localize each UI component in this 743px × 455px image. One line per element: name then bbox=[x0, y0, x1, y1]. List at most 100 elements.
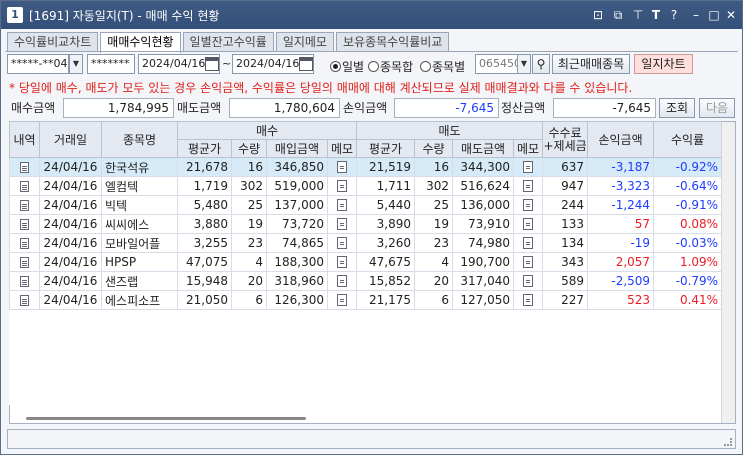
sell-memo-icon[interactable] bbox=[523, 199, 534, 211]
sell-memo-icon[interactable] bbox=[523, 218, 534, 230]
sell-memo-cell[interactable] bbox=[513, 252, 544, 272]
header-rate[interactable]: 수익률 bbox=[653, 121, 723, 158]
table-row[interactable]: 24/04/16 빅텍 5,480 25 137,000 5,440 25 136,000 24… bbox=[9, 195, 723, 215]
detail-doc-icon[interactable] bbox=[20, 295, 29, 306]
resize-grip-icon[interactable] bbox=[724, 438, 732, 446]
header-buy-amount[interactable]: 매입금액 bbox=[266, 139, 328, 158]
journal-chart-button[interactable]: 일지차트 bbox=[634, 54, 693, 74]
detail-doc-cell[interactable] bbox=[9, 176, 40, 196]
minimize-icon[interactable]: – bbox=[687, 6, 705, 24]
restore-icon[interactable]: ⧉ bbox=[609, 6, 627, 24]
buy-memo-icon[interactable] bbox=[337, 180, 348, 192]
sell-memo-cell[interactable] bbox=[513, 271, 544, 291]
detail-doc-cell[interactable] bbox=[9, 233, 40, 253]
radio-daily[interactable]: 일별 bbox=[330, 58, 364, 75]
buy-memo-icon[interactable] bbox=[337, 237, 348, 249]
detail-doc-cell[interactable] bbox=[9, 195, 40, 215]
buy-memo-cell[interactable] bbox=[326, 157, 358, 177]
table-row[interactable]: 24/04/16 모바일어플 3,255 23 74,865 3,260 23 74,980 1… bbox=[9, 233, 723, 253]
detail-doc-cell[interactable] bbox=[9, 271, 40, 291]
search-icon[interactable]: ⚲ bbox=[532, 54, 550, 74]
sell-memo-icon[interactable] bbox=[523, 256, 534, 268]
header-fee[interactable]: 수수료 +제세금 bbox=[542, 121, 589, 158]
calendar-to-icon[interactable] bbox=[299, 57, 313, 71]
buy-memo-cell[interactable] bbox=[326, 195, 358, 215]
header-date[interactable]: 거래일 bbox=[39, 121, 102, 158]
buy-memo-cell[interactable] bbox=[326, 214, 358, 234]
header-detail[interactable]: 내역 bbox=[9, 121, 40, 158]
table-row[interactable]: 24/04/16 샌즈랩 15,948 20 318,960 15,852 20 317,04… bbox=[9, 271, 723, 291]
detail-doc-cell[interactable] bbox=[9, 157, 40, 177]
table-row[interactable]: 24/04/16 엘컴텍 1,719 302 519,000 1,711 302 516,62… bbox=[9, 176, 723, 196]
radio-by-stock[interactable]: 종목별 bbox=[420, 58, 465, 75]
recent-trade-button[interactable]: 최근매매종목 bbox=[552, 54, 630, 74]
buy-memo-icon[interactable] bbox=[337, 294, 348, 306]
detail-doc-icon[interactable] bbox=[20, 219, 29, 230]
detail-doc-cell[interactable] bbox=[9, 252, 40, 272]
sell-memo-cell[interactable] bbox=[513, 176, 544, 196]
detail-doc-icon[interactable] bbox=[20, 276, 29, 287]
vertical-scrollbar[interactable] bbox=[721, 122, 735, 423]
table-row[interactable]: 24/04/16 에스피소프 21,050 6 126,300 21,175 6 127,05… bbox=[9, 290, 723, 310]
header-buy-qty[interactable]: 수량 bbox=[231, 139, 267, 158]
pin-icon[interactable]: ⊤ bbox=[629, 6, 647, 24]
buy-memo-icon[interactable] bbox=[337, 161, 348, 173]
link-icon[interactable]: ⊡ bbox=[589, 6, 607, 24]
detail-doc-icon[interactable] bbox=[20, 162, 29, 173]
tab-return-compare-chart[interactable]: 수익률비교차트 bbox=[7, 32, 99, 52]
query-button[interactable]: 조회 bbox=[659, 98, 695, 118]
buy-memo-cell[interactable] bbox=[326, 176, 358, 196]
table-row[interactable]: 24/04/16 한국석유 21,678 16 346,850 21,519 16 344,3… bbox=[9, 157, 723, 177]
header-buy-avg[interactable]: 평균가 bbox=[177, 139, 232, 158]
sell-memo-cell[interactable] bbox=[513, 157, 544, 177]
header-sell-amount[interactable]: 매도금액 bbox=[452, 139, 515, 158]
calendar-from-icon[interactable] bbox=[205, 57, 219, 71]
detail-doc-cell[interactable] bbox=[9, 214, 40, 234]
header-sell-qty[interactable]: 수량 bbox=[414, 139, 454, 158]
header-pnl[interactable]: 손익금액 bbox=[587, 121, 655, 158]
tab-daily-balance-return[interactable]: 일별잔고수익률 bbox=[182, 32, 274, 52]
close-icon[interactable]: ✕ bbox=[722, 6, 740, 24]
sell-memo-cell[interactable] bbox=[513, 195, 544, 215]
detail-doc-icon[interactable] bbox=[20, 257, 29, 268]
maximize-icon[interactable]: □ bbox=[705, 6, 723, 24]
detail-doc-icon[interactable] bbox=[20, 200, 29, 211]
tab-trade-profit-status[interactable]: 매매수익현황 bbox=[100, 32, 181, 53]
tab-holding-return-compare[interactable]: 보유종목수익률비교 bbox=[335, 32, 450, 52]
header-buy-memo[interactable]: 메모 bbox=[326, 139, 358, 158]
header-sell-memo[interactable]: 메모 bbox=[513, 139, 544, 158]
horizontal-scrollbar[interactable] bbox=[10, 413, 720, 423]
table-row[interactable]: 24/04/16 HPSP 47,075 4 188,300 47,675 4 190,700… bbox=[9, 252, 723, 272]
account-field[interactable]: *****-**04 bbox=[7, 54, 69, 74]
sell-memo-icon[interactable] bbox=[523, 237, 534, 249]
radio-stock-sum[interactable]: 종목합 bbox=[368, 58, 413, 75]
detail-doc-icon[interactable] bbox=[20, 181, 29, 192]
detail-doc-icon[interactable] bbox=[20, 238, 29, 249]
buy-memo-cell[interactable] bbox=[326, 271, 358, 291]
header-sell-avg[interactable]: 평균가 bbox=[356, 139, 416, 158]
help-icon[interactable]: ? bbox=[665, 6, 683, 24]
buy-memo-icon[interactable] bbox=[337, 256, 348, 268]
stock-code-dropdown-icon[interactable]: ▼ bbox=[517, 54, 531, 74]
sell-memo-icon[interactable] bbox=[523, 180, 534, 192]
tab-journal-memo[interactable]: 일지메모 bbox=[275, 32, 334, 52]
next-button[interactable]: 다음 bbox=[699, 98, 735, 118]
buy-memo-cell[interactable] bbox=[326, 233, 358, 253]
detail-doc-cell[interactable] bbox=[9, 290, 40, 310]
sell-memo-cell[interactable] bbox=[513, 214, 544, 234]
header-stock[interactable]: 종목명 bbox=[101, 121, 178, 158]
password-field[interactable]: ******* bbox=[87, 54, 135, 74]
account-dropdown-icon[interactable]: ▼ bbox=[69, 54, 83, 74]
sell-memo-cell[interactable] bbox=[513, 233, 544, 253]
buy-memo-icon[interactable] bbox=[337, 275, 348, 287]
buy-memo-cell[interactable] bbox=[326, 290, 358, 310]
app-icon[interactable]: 1 bbox=[7, 7, 23, 23]
sell-memo-icon[interactable] bbox=[523, 294, 534, 306]
buy-memo-icon[interactable] bbox=[337, 218, 348, 230]
stock-code-field[interactable]: 065450 bbox=[475, 54, 518, 74]
horizontal-scroll-thumb[interactable] bbox=[26, 417, 306, 420]
sell-memo-cell[interactable] bbox=[513, 290, 544, 310]
table-row[interactable]: 24/04/16 씨씨에스 3,880 19 73,720 3,890 19 73,910 13… bbox=[9, 214, 723, 234]
sell-memo-icon[interactable] bbox=[523, 161, 534, 173]
sell-memo-icon[interactable] bbox=[523, 275, 534, 287]
